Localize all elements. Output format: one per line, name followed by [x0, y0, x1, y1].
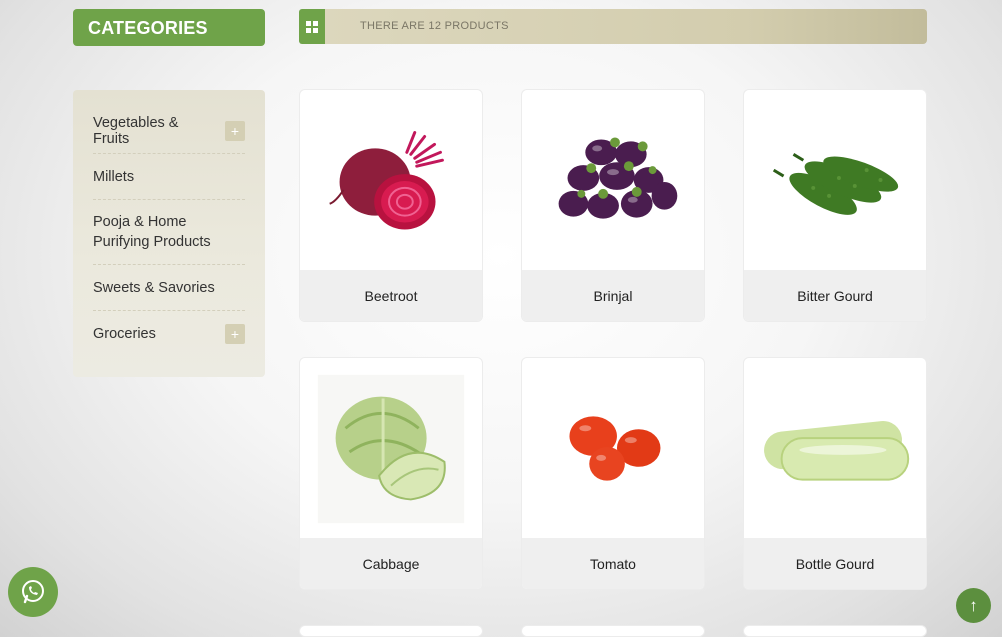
category-label: Groceries: [93, 326, 156, 342]
cabbage-image[interactable]: [300, 358, 482, 540]
category-list: Vegetables & Fruits + Millets Pooja & Ho…: [73, 90, 265, 377]
product-name[interactable]: Bitter Gourd: [744, 270, 926, 321]
product-name[interactable]: Bottle Gourd: [744, 538, 926, 589]
product-card[interactable]: Brinjal: [521, 89, 705, 322]
category-label: Sweets & Savories: [93, 279, 215, 296]
product-card[interactable]: [743, 625, 927, 637]
arrow-up-icon: ↑: [969, 595, 978, 615]
whatsapp-icon: [22, 580, 44, 604]
expand-plus-icon[interactable]: +: [225, 120, 245, 141]
product-count-bar: THERE ARE 12 PRODUCTS: [325, 9, 927, 44]
tomato-image[interactable]: [522, 358, 704, 540]
product-count-text: THERE ARE 12 PRODUCTS: [360, 20, 509, 32]
product-name[interactable]: Tomato: [522, 538, 704, 589]
category-label: Pooja & Home Purifying Products: [93, 214, 211, 250]
category-item-pooja-home[interactable]: Pooja & Home Purifying Products: [93, 200, 245, 265]
categories-header: CATEGORIES: [73, 9, 265, 46]
product-name[interactable]: Brinjal: [522, 270, 704, 321]
product-card[interactable]: Beetroot: [299, 89, 483, 322]
bitter-gourd-image[interactable]: [744, 90, 926, 272]
bottle-gourd-image[interactable]: [744, 358, 926, 540]
brinjal-image[interactable]: [522, 90, 704, 272]
product-card[interactable]: Tomato: [521, 357, 705, 590]
beetroot-image[interactable]: [300, 90, 482, 272]
scroll-to-top-button[interactable]: ↑: [956, 588, 991, 623]
category-label: Millets: [93, 168, 135, 185]
whatsapp-button[interactable]: [8, 567, 58, 617]
product-card[interactable]: Cabbage: [299, 357, 483, 590]
product-name[interactable]: Beetroot: [300, 270, 482, 321]
category-item-groceries[interactable]: Groceries +: [93, 311, 245, 357]
product-card[interactable]: Bottle Gourd: [743, 357, 927, 590]
grid-icon: [306, 20, 318, 33]
category-label: Vegetables & Fruits: [93, 114, 179, 147]
category-item-millets[interactable]: Millets: [93, 154, 245, 200]
product-name[interactable]: Cabbage: [300, 538, 482, 589]
category-item-vegetables-fruits[interactable]: Vegetables & Fruits +: [93, 108, 245, 154]
product-card[interactable]: Bitter Gourd: [743, 89, 927, 322]
product-card[interactable]: [299, 625, 483, 637]
expand-plus-icon[interactable]: +: [225, 324, 245, 344]
product-card[interactable]: [521, 625, 705, 637]
category-item-sweets-savories[interactable]: Sweets & Savories: [93, 265, 245, 311]
grid-view-button[interactable]: [299, 9, 325, 44]
